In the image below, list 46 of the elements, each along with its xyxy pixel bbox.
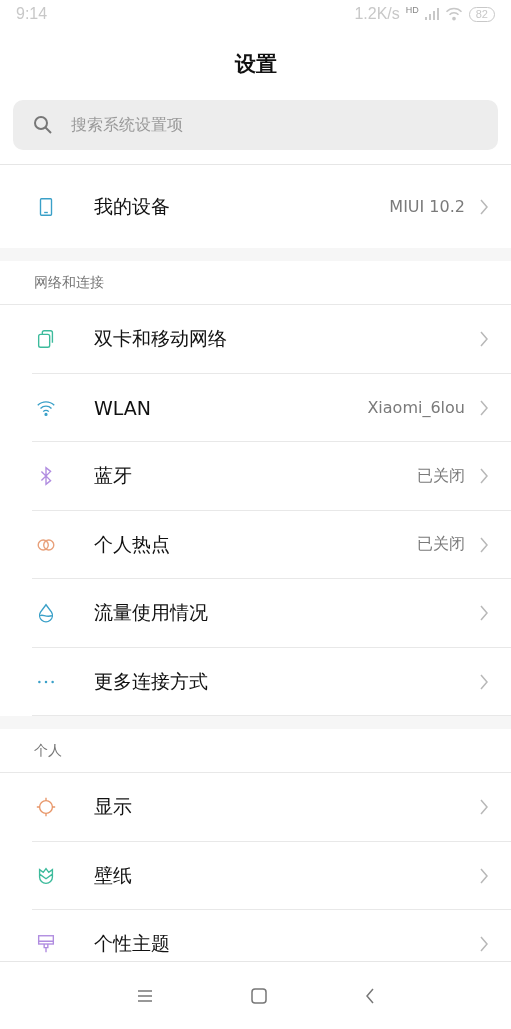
chevron-icon <box>479 604 489 623</box>
settings-item[interactable]: 壁纸 <box>0 841 511 910</box>
search-placeholder: 搜索系统设置项 <box>71 114 183 136</box>
sun-icon <box>35 796 57 819</box>
section-header: 个人 <box>34 741 62 760</box>
settings-item[interactable]: 流量使用情况 <box>0 579 511 648</box>
settings-item[interactable]: 双卡和移动网络 <box>0 305 511 374</box>
settings-item[interactable]: 显示 <box>0 773 511 842</box>
search-icon <box>33 115 53 135</box>
item-label: 蓝牙 <box>94 463 133 489</box>
settings-item[interactable]: 个人热点 已关闭 <box>0 510 511 579</box>
chevron-icon <box>479 330 489 349</box>
item-value: MIUI 10.2 <box>389 197 465 216</box>
item-value: Xiaomi_6lou <box>367 398 465 418</box>
network-tag: HD <box>405 5 419 15</box>
chevron-icon <box>479 935 489 954</box>
chevron-icon <box>479 798 489 817</box>
square-icon <box>250 987 267 1004</box>
menu-icon <box>136 988 153 1003</box>
item-label: WLAN <box>94 396 153 419</box>
chevron-icon <box>479 197 489 216</box>
section-header: 网络和连接 <box>34 273 104 292</box>
settings-item[interactable]: 蓝牙 已关闭 <box>0 442 511 511</box>
item-label: 显示 <box>94 794 133 820</box>
settings-item[interactable]: 我的设备 MIUI 10.2 <box>0 165 511 248</box>
item-label: 更多连接方式 <box>94 668 209 694</box>
item-label: 双卡和移动网络 <box>94 326 228 352</box>
item-label: 流量使用情况 <box>94 600 209 626</box>
chevron-icon <box>479 535 489 554</box>
signal-icon <box>424 8 439 20</box>
chevron-icon <box>479 398 489 417</box>
item-value: 已关闭 <box>417 534 465 556</box>
wifi-icon <box>444 7 463 21</box>
item-value: 已关闭 <box>417 465 465 487</box>
settings-item[interactable]: WLAN Xiaomi_6lou <box>0 373 511 442</box>
item-label: 个人热点 <box>94 531 171 557</box>
chevron-icon <box>479 866 489 885</box>
settings-item[interactable]: 个性主题 <box>0 910 511 961</box>
dots-icon <box>37 679 55 684</box>
item-label: 壁纸 <box>94 862 133 888</box>
page-title: 设置 <box>234 51 277 78</box>
back-icon <box>364 987 375 1004</box>
item-label: 个性主题 <box>94 931 171 957</box>
chevron-icon <box>479 672 489 691</box>
chevron-icon <box>479 467 489 486</box>
item-label: 我的设备 <box>94 193 171 219</box>
